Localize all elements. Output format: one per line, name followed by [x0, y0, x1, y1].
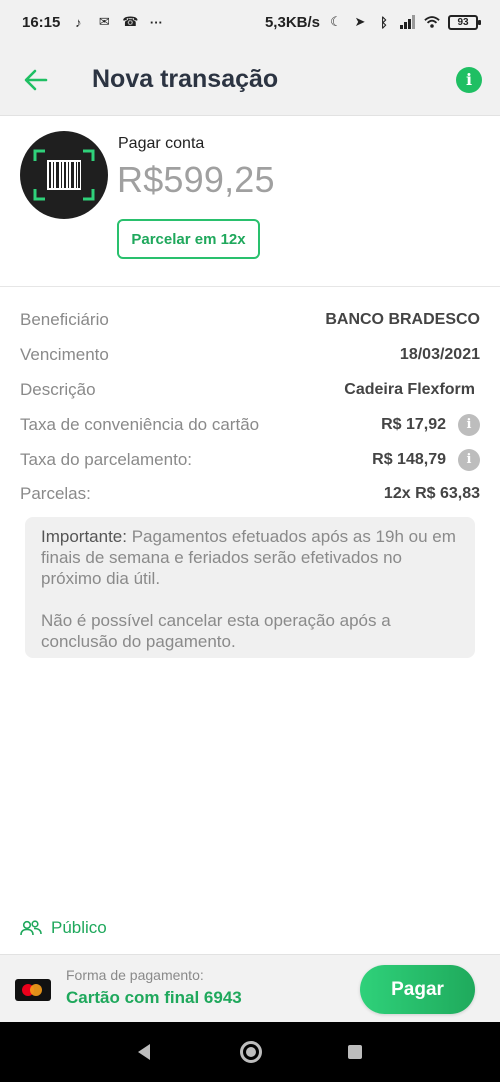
description-label: Descrição: [20, 379, 96, 399]
visibility-label: Público: [51, 918, 107, 937]
notice-box: Importante: Pagamentos efetuados após as…: [25, 517, 475, 658]
payment-method-label: Forma de pagamento:: [66, 967, 204, 983]
detail-row-installment-fee: Taxa do parcelamento: R$ 148,79 i: [20, 442, 480, 477]
notice-text-2: Não é possível cancelar esta operação ap…: [41, 611, 391, 651]
payment-header: Pagar conta R$599,25 Parcelar em 12x: [0, 117, 500, 287]
arrow-left-icon: [24, 69, 48, 90]
installments-value: 12x R$ 63,83: [383, 485, 480, 503]
barcode-icon: [20, 131, 108, 219]
tiktok-icon: ♪: [75, 14, 82, 30]
card-fee-value: R$ 17,92: [381, 415, 446, 433]
installment-fee-info-icon[interactable]: i: [458, 448, 480, 471]
detail-row-due-date: Vencimento 18/03/2021: [20, 338, 480, 373]
detail-row-description: Descrição Cadeira Flexform: [20, 373, 480, 408]
back-button[interactable]: [16, 60, 56, 100]
nav-recent-apps-icon[interactable]: [348, 1045, 362, 1059]
installments-label: Parcelas:: [20, 484, 91, 504]
info-icon[interactable]: i: [456, 66, 482, 93]
installment-fee-value: R$ 148,79: [372, 450, 446, 468]
nav-back-icon[interactable]: [138, 1044, 150, 1060]
due-date-label: Vencimento: [20, 345, 109, 365]
moon-icon: ☾: [330, 14, 342, 29]
payment-bar: Forma de pagamento: Cartão com final 694…: [0, 954, 500, 1022]
mastercard-icon: [15, 979, 51, 1001]
card-fee-label: Taxa de conveniência do cartão: [20, 414, 260, 434]
installment-button[interactable]: Parcelar em 12x: [117, 219, 260, 259]
system-nav-bar: [0, 1022, 500, 1082]
network-speed: 5,3KB/s: [264, 13, 320, 31]
detail-row-installments: Parcelas: 12x R$ 63,83: [20, 477, 480, 512]
nav-home-icon[interactable]: [240, 1041, 262, 1063]
detail-row-card-fee: Taxa de conveniência do cartão R$ 17,92 …: [20, 407, 480, 442]
signal-icon: [400, 14, 416, 30]
card-fee-info-icon[interactable]: i: [458, 413, 480, 436]
transaction-details: Beneficiário BANCO BRADESCO Vencimento 1…: [20, 303, 480, 512]
app-icon: ☎: [122, 14, 139, 29]
payment-label: Pagar conta: [118, 135, 205, 152]
status-bar: 16:15 ♪ ✉ ☎ ··· 5,3KB/s ☾ ➤ ᛒ 93: [0, 0, 500, 44]
installment-fee-label: Taxa do parcelamento:: [20, 449, 192, 469]
bluetooth-icon: ᛒ: [380, 14, 388, 30]
mail-icon: ✉: [98, 14, 110, 29]
wifi-icon: [424, 14, 440, 30]
description-value: Cadeira Flexform: [344, 380, 475, 398]
payment-amount: R$599,25: [117, 159, 275, 200]
people-icon: [20, 920, 42, 936]
payment-method-value[interactable]: Cartão com final 6943: [66, 988, 242, 1008]
battery-indicator: 93: [448, 14, 481, 30]
visibility-selector[interactable]: Público: [20, 918, 107, 938]
detail-row-beneficiary: Beneficiário BANCO BRADESCO: [20, 303, 480, 338]
pay-button[interactable]: Pagar: [360, 965, 475, 1014]
page-title: Nova transação: [92, 65, 279, 93]
due-date-value: 18/03/2021: [399, 346, 480, 364]
beneficiary-label: Beneficiário: [20, 310, 109, 330]
notice-strong: Importante:: [41, 527, 127, 546]
beneficiary-value: BANCO BRADESCO: [325, 311, 480, 329]
location-icon: ➤: [354, 14, 366, 29]
more-dots-icon: ···: [149, 14, 163, 30]
status-time: 16:15: [22, 13, 61, 31]
notice-paragraph-1: Importante: Pagamentos efetuados após as…: [41, 526, 459, 589]
app-bar: Nova transação i: [0, 44, 500, 116]
